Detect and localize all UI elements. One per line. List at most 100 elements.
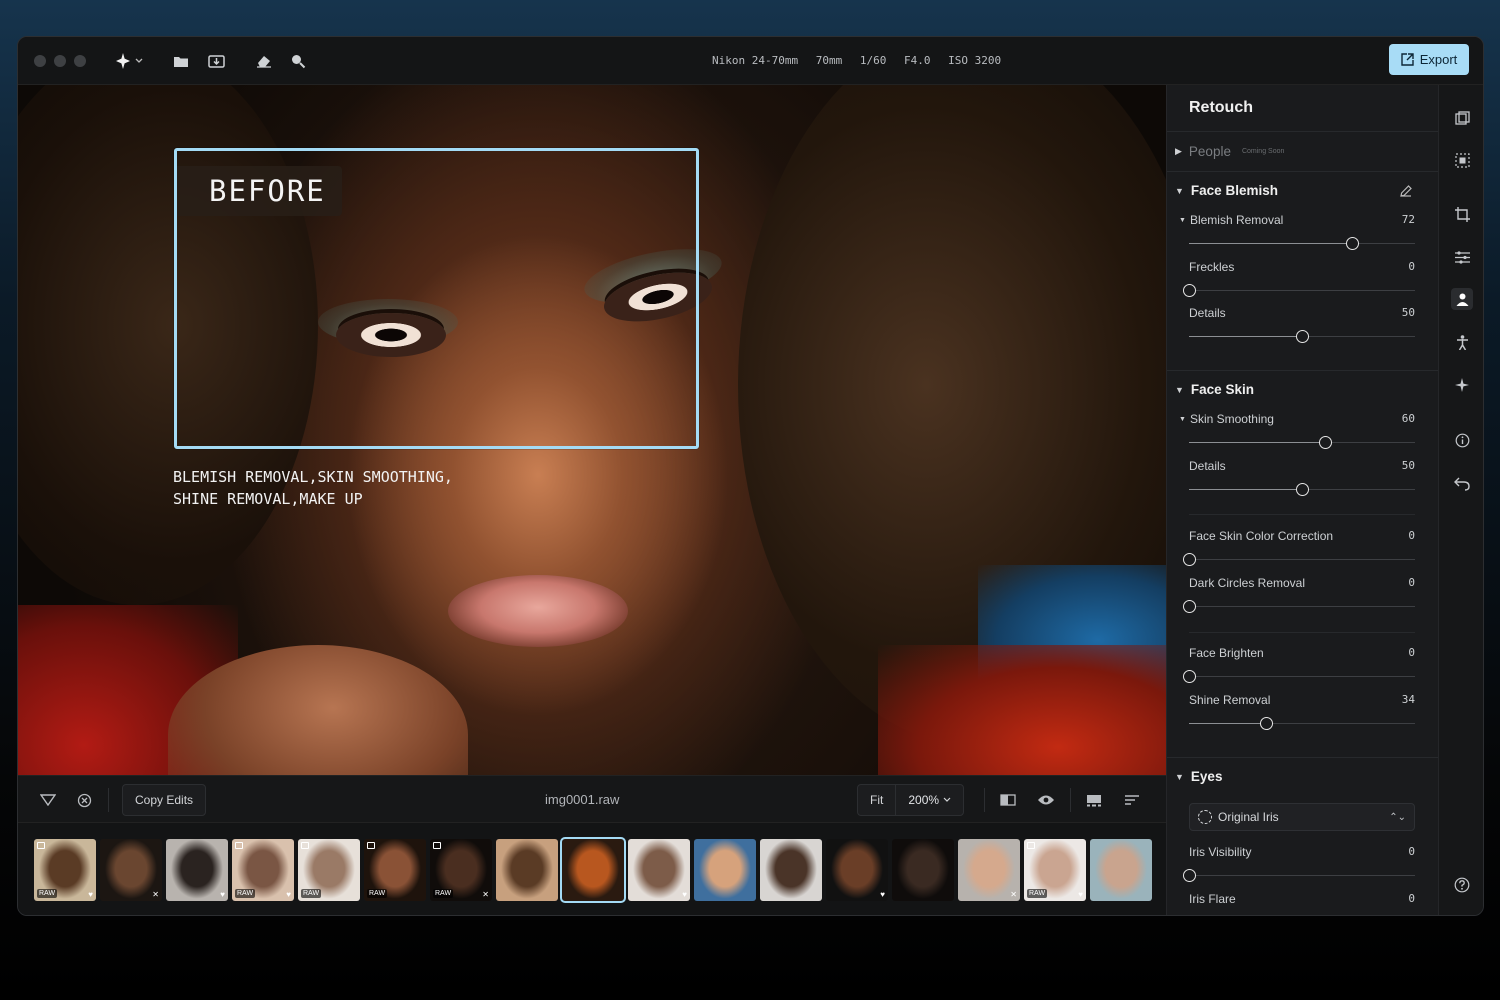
slider-track[interactable] [1189, 436, 1415, 450]
slider-track[interactable] [1183, 670, 1415, 684]
ai-effects-sparkle-icon[interactable] [1451, 374, 1473, 396]
filmstrip-thumbnail[interactable]: RAW ✕ [430, 839, 492, 901]
filmstrip-thumbnail[interactable]: RAW ♥ [232, 839, 294, 901]
filmstrip-thumbnail[interactable]: ✕ [958, 839, 1020, 901]
body-shape-icon[interactable] [1451, 331, 1473, 353]
slider-knob[interactable] [1259, 717, 1273, 730]
filmstrip-thumbnail[interactable] [760, 839, 822, 901]
filter-icon[interactable] [38, 790, 58, 810]
section-people[interactable]: ▶ People Coming Soon [1175, 144, 1284, 159]
presets-icon[interactable] [1451, 107, 1473, 129]
export-button[interactable]: Export [1389, 44, 1469, 75]
slider-track[interactable] [1189, 483, 1415, 497]
retouch-person-icon[interactable] [1451, 288, 1473, 310]
slider-iris-flare[interactable]: Iris Flare 0 [1189, 892, 1415, 915]
favorite-heart-icon[interactable]: ♥ [88, 890, 93, 899]
filmstrip-thumbnail[interactable]: RAW ♥ [34, 839, 96, 901]
slider-blemish-removal[interactable]: ▼ Blemish Removal 72 [1179, 213, 1415, 251]
slider-track[interactable] [1189, 330, 1415, 344]
select-area-icon[interactable] [1451, 149, 1473, 171]
slider-label-wrap: Dark Circles Removal [1189, 576, 1305, 590]
slider-skin-smoothing[interactable]: ▼ Skin Smoothing 60 [1179, 412, 1415, 450]
section-eyes[interactable]: ▼ Eyes [1175, 769, 1222, 784]
reject-x-icon[interactable]: ✕ [1010, 890, 1017, 899]
section-face-blemish[interactable]: ▼ Face Blemish [1175, 183, 1278, 198]
filmstrip-thumbnail[interactable]: ✕ [100, 839, 162, 901]
split-view-icon[interactable] [998, 790, 1018, 810]
slider-track[interactable] [1189, 717, 1415, 731]
divider [108, 788, 109, 812]
eye-preview-icon[interactable] [1036, 790, 1056, 810]
favorite-heart-icon[interactable]: ♥ [286, 890, 291, 899]
slider-knob[interactable] [1296, 483, 1309, 496]
slider-freckles[interactable]: Freckles 0 [1183, 260, 1415, 298]
reject-x-icon[interactable]: ✕ [482, 890, 489, 899]
filmstrip-thumbnail[interactable]: RAW ♥ [1024, 839, 1086, 901]
filmstrip-thumbnail[interactable]: RAW [364, 839, 426, 901]
window-zoom-dot[interactable] [74, 55, 86, 67]
favorite-heart-icon[interactable]: ♥ [220, 890, 225, 899]
section-face-skin[interactable]: ▼ Face Skin [1175, 382, 1254, 397]
slider-knob[interactable] [1296, 330, 1309, 343]
filmstrip-thumbnail[interactable]: ♥ [166, 839, 228, 901]
slider-details[interactable]: Details 50 [1189, 306, 1415, 344]
slider-track[interactable] [1183, 600, 1415, 614]
slider-knob[interactable] [1183, 284, 1196, 297]
slider-face-skin-color-correction[interactable]: Face Skin Color Correction 0 [1183, 529, 1415, 567]
before-compare-box[interactable]: BEFORE [174, 148, 699, 449]
slider-knob[interactable] [1345, 237, 1359, 250]
slider-knob[interactable] [1183, 600, 1196, 613]
slider-knob[interactable] [1183, 869, 1196, 882]
clear-filter-icon[interactable] [74, 790, 94, 810]
zoom-magnifier-icon[interactable] [286, 49, 310, 73]
filmstrip-thumbnail[interactable] [1090, 839, 1152, 901]
adjustments-icon[interactable] [1451, 246, 1473, 268]
slider-track[interactable] [1189, 237, 1415, 251]
reject-x-icon[interactable]: ✕ [152, 890, 159, 899]
slider-details[interactable]: Details 50 [1189, 459, 1415, 497]
slider-header: Dark Circles Removal 0 [1189, 576, 1415, 590]
slider-track[interactable] [1183, 869, 1415, 883]
folder-icon[interactable] [169, 49, 193, 73]
filmstrip-thumbnail[interactable] [694, 839, 756, 901]
favorite-heart-icon[interactable]: ♥ [682, 890, 687, 899]
filmstrip-toggle-icon[interactable] [1084, 790, 1104, 810]
filmstrip-thumbnail[interactable]: ♥ [826, 839, 888, 901]
undo-history-icon[interactable] [1451, 473, 1473, 495]
slider-knob[interactable] [1183, 670, 1196, 683]
crop-icon[interactable] [1451, 203, 1473, 225]
slider-knob[interactable] [1318, 436, 1332, 449]
slider-iris-visibility[interactable]: Iris Visibility 0 [1183, 845, 1415, 883]
copy-edits-button[interactable]: Copy Edits [122, 784, 207, 816]
slider-shine-removal[interactable]: Shine Removal 34 [1189, 693, 1415, 731]
slider-dark-circles-removal[interactable]: Dark Circles Removal 0 [1183, 576, 1415, 614]
help-icon[interactable] [1451, 874, 1473, 896]
filmstrip-thumbnail[interactable] [496, 839, 558, 901]
iris-style-select[interactable]: Original Iris ⌃⌄ [1189, 803, 1415, 831]
slider-face-brighten[interactable]: Face Brighten 0 [1183, 646, 1415, 684]
zoom-fit-button[interactable]: Fit [858, 785, 897, 815]
edit-pencil-icon[interactable] [1399, 184, 1413, 203]
import-image-icon[interactable] [204, 49, 228, 73]
zoom-level-dropdown[interactable]: 200% [896, 785, 963, 815]
info-icon[interactable] [1451, 429, 1473, 451]
filmstrip-thumbnail[interactable]: RAW [298, 839, 360, 901]
slider-track[interactable] [1183, 553, 1415, 567]
filmstrip-thumbnail[interactable] [560, 837, 626, 903]
slider-knob[interactable] [1183, 553, 1196, 566]
slider-track[interactable] [1183, 284, 1415, 298]
sort-icon[interactable] [1122, 790, 1142, 810]
slider-label: Dark Circles Removal [1189, 576, 1306, 590]
slider-header: Face Brighten 0 [1189, 646, 1415, 660]
eraser-icon[interactable] [252, 49, 276, 73]
filmstrip-thumbnail[interactable]: ♥ [628, 839, 690, 901]
window-minimize-dot[interactable] [54, 55, 66, 67]
filmstrip-thumbnail[interactable] [892, 839, 954, 901]
favorite-heart-icon[interactable]: ♥ [880, 890, 885, 899]
iso-info: ISO 3200 [948, 54, 1002, 67]
slider-label-wrap: Shine Removal [1189, 693, 1270, 707]
ai-sparkle-menu-icon[interactable] [112, 49, 146, 73]
window-close-dot[interactable] [34, 55, 46, 67]
favorite-heart-icon[interactable]: ♥ [1078, 890, 1083, 899]
photo-canvas[interactable]: BEFORE BLEMISH REMOVAL,SKIN SMOOTHING, S… [18, 85, 1166, 775]
